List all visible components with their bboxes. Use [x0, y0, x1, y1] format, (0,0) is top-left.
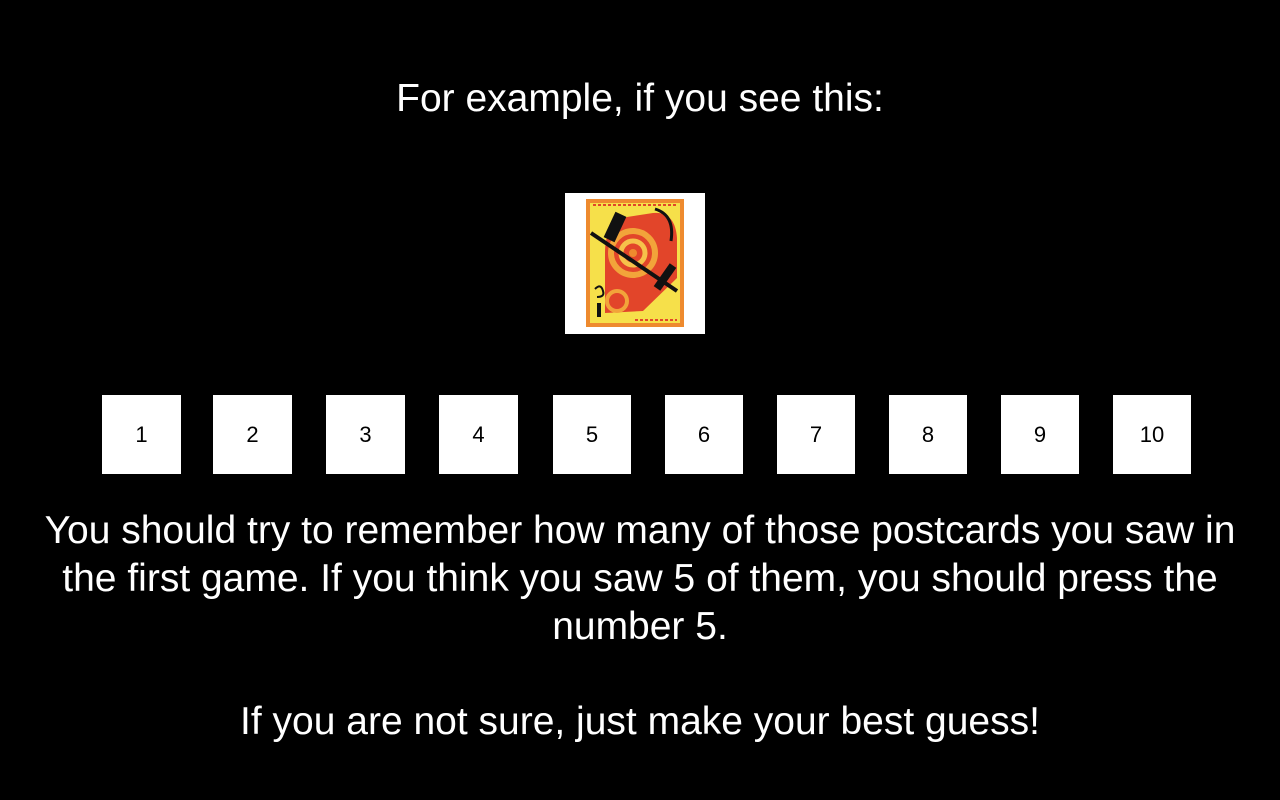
number-button-1[interactable]: 1 — [102, 395, 181, 474]
number-button-3[interactable]: 3 — [326, 395, 405, 474]
task-screen: For example, if you see this: 1 2 3 4 5 … — [0, 0, 1280, 800]
number-button-6[interactable]: 6 — [665, 395, 743, 474]
example-heading: For example, if you see this: — [396, 77, 884, 120]
number-button-8[interactable]: 8 — [889, 395, 967, 474]
number-button-5[interactable]: 5 — [553, 395, 631, 474]
number-button-2[interactable]: 2 — [213, 395, 292, 474]
number-button-7[interactable]: 7 — [777, 395, 855, 474]
number-button-9[interactable]: 9 — [1001, 395, 1079, 474]
instructions-text: You should try to remember how many of t… — [44, 509, 1236, 648]
example-postcard-image — [565, 193, 705, 334]
encouragement-text: If you are not sure, just make your best… — [240, 700, 1040, 743]
number-button-4[interactable]: 4 — [439, 395, 518, 474]
number-button-10[interactable]: 10 — [1113, 395, 1191, 474]
abstract-postcard-icon — [586, 199, 684, 327]
